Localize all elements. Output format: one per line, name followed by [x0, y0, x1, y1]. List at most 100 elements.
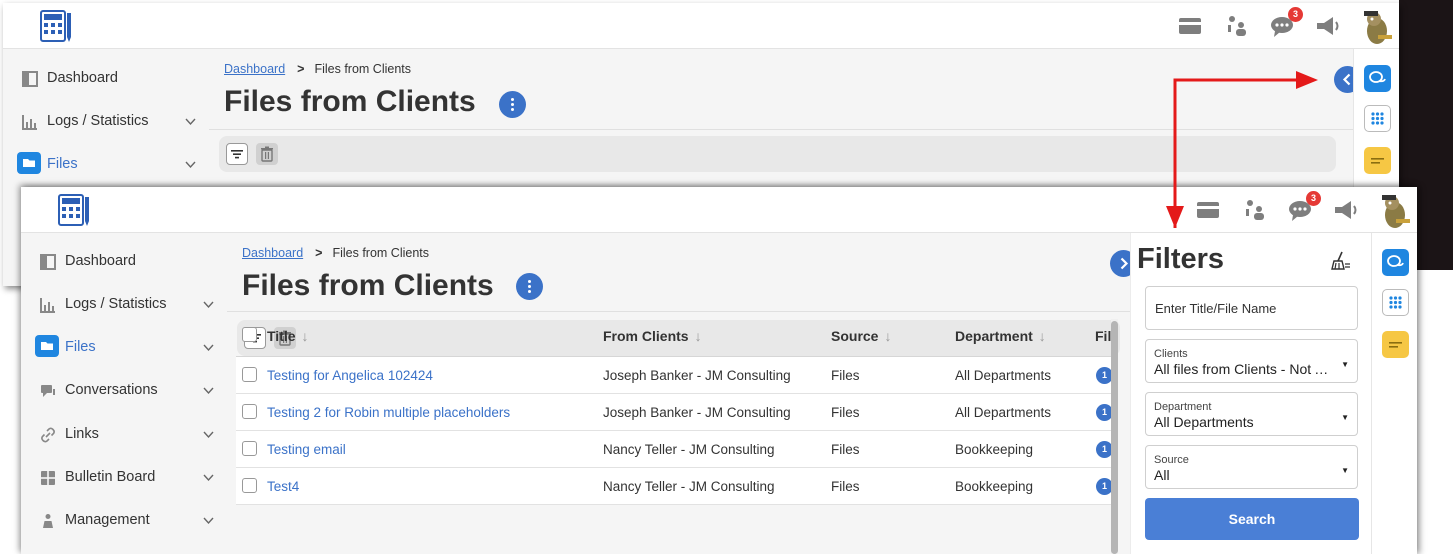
sticky-notes-button[interactable] [1382, 331, 1409, 358]
sidebar-item-label: Logs / Statistics [47, 113, 149, 129]
sidebar-item-label: Management [65, 512, 150, 528]
messages-button[interactable]: 3 [1269, 7, 1303, 39]
table-toolbar [219, 136, 1336, 172]
logo-icon [58, 194, 89, 226]
column-header-title[interactable]: Title ↓ [267, 328, 309, 344]
sidebar-item-label: Dashboard [65, 253, 136, 269]
sidebar-item-conversations[interactable]: Conversations [21, 369, 227, 412]
dropdown-caret-icon: ▼ [1341, 466, 1349, 475]
top-bar: 3 [21, 187, 1417, 233]
sidebar-item-links[interactable]: Links [21, 413, 227, 456]
row-title-link[interactable]: Testing email [267, 442, 346, 457]
folder-icon [35, 335, 59, 357]
table-scrollbar[interactable] [1111, 319, 1118, 554]
page-actions-button[interactable] [499, 91, 526, 118]
table-row: Testing 2 for Robin multiple placeholder… [236, 394, 1116, 431]
breadcrumb-current: Files from Clients [332, 246, 430, 260]
column-header-label: Title [267, 328, 296, 344]
select-all-checkbox[interactable] [242, 327, 257, 342]
column-header-label: Department [955, 328, 1033, 344]
chevron-down-icon [203, 517, 214, 525]
breadcrumb-home-link[interactable]: Dashboard [224, 62, 285, 76]
sort-arrow-icon: ↓ [1038, 328, 1046, 344]
row-checkbox[interactable] [242, 441, 257, 456]
chat-panel-button[interactable] [1364, 65, 1391, 92]
clients-select-label: Clients [1154, 348, 1188, 360]
source-select[interactable]: Source All ▼ [1145, 445, 1358, 489]
megaphone-icon[interactable] [1314, 13, 1340, 39]
row-source: Files [831, 405, 860, 420]
scrollbar-thumb[interactable] [1111, 321, 1118, 554]
sidebar-item-dashboard[interactable]: Dashboard [21, 240, 227, 283]
sidebar: Dashboard Logs / Statistics Files Conver… [21, 233, 227, 554]
chat-icon [41, 385, 55, 397]
table-header: Title ↓ From Clients ↓ Source ↓ Department ↓… [236, 317, 1116, 357]
folder-icon [17, 152, 41, 174]
row-title-link[interactable]: Testing for Angelica 102424 [267, 368, 433, 383]
sidebar-item-files[interactable]: Files [3, 143, 209, 186]
row-department: All Departments [955, 368, 1052, 383]
divider [209, 129, 1353, 130]
sidebar-item-logs-statistics[interactable]: Logs / Statistics [21, 283, 227, 326]
clear-filters-broom-icon[interactable] [1329, 250, 1351, 272]
chat-bubbles-icon [1387, 255, 1404, 267]
sidebar-item-bulletin-board[interactable]: Bulletin Board [21, 456, 227, 499]
grid-dots-icon [1389, 296, 1402, 309]
breadcrumb-home-link[interactable]: Dashboard [242, 246, 303, 260]
messages-button[interactable]: 3 [1287, 191, 1321, 223]
dropdown-caret-icon: ▼ [1341, 413, 1349, 422]
filter-icon [231, 150, 243, 159]
page-actions-button[interactable] [516, 273, 543, 300]
sidebar-item-logs-statistics[interactable]: Logs / Statistics [3, 100, 209, 143]
column-header-label: From Clients [603, 328, 689, 344]
breadcrumb: Dashboard > Files from Clients [242, 246, 430, 260]
dashboard-icon [40, 254, 56, 270]
link-icon [41, 427, 55, 443]
chat-panel-button[interactable] [1382, 249, 1409, 276]
column-header-source[interactable]: Source ↓ [831, 328, 891, 344]
sidebar-item-label: Conversations [65, 382, 158, 398]
breadcrumb: Dashboard > Files from Clients [224, 62, 412, 76]
sidebar-item-dashboard[interactable]: Dashboard [3, 57, 209, 100]
grid-dots-icon [1371, 112, 1384, 125]
row-checkbox[interactable] [242, 367, 257, 382]
sidebar-item-files[interactable]: Files [21, 326, 227, 369]
chevron-down-icon [185, 118, 196, 126]
avatar[interactable] [1376, 191, 1414, 231]
register-icon[interactable] [1177, 13, 1203, 39]
row-department: All Departments [955, 405, 1052, 420]
filter-toggle-button[interactable] [226, 143, 248, 165]
logo-icon [40, 10, 71, 42]
sidebar-item-label: Dashboard [47, 70, 118, 86]
row-checkbox[interactable] [242, 404, 257, 419]
department-select[interactable]: Department All Departments ▼ [1145, 392, 1358, 436]
sticky-notes-button[interactable] [1364, 147, 1391, 174]
sidebar-item-label: Files [65, 339, 96, 355]
top-bar: 3 [3, 3, 1399, 49]
row-title-link[interactable]: Test4 [267, 479, 299, 494]
delete-button[interactable] [256, 143, 278, 165]
register-icon[interactable] [1195, 197, 1221, 223]
search-button[interactable]: Search [1145, 498, 1359, 540]
users-transfer-icon[interactable] [1242, 197, 1268, 223]
row-checkbox[interactable] [242, 478, 257, 493]
column-header-label: Source [831, 328, 879, 344]
apps-button[interactable] [1382, 289, 1409, 316]
department-select-value: All Departments [1154, 414, 1254, 430]
screenshot-after: 3 Dashboard Logs / Statistics Files Conv… [21, 187, 1417, 554]
column-header-department[interactable]: Department ↓ [955, 328, 1046, 344]
users-transfer-icon[interactable] [1224, 13, 1250, 39]
apps-button[interactable] [1364, 105, 1391, 132]
row-title-link[interactable]: Testing 2 for Robin multiple placeholder… [267, 405, 510, 420]
chevron-down-icon [203, 431, 214, 439]
column-header-from-clients[interactable]: From Clients ↓ [603, 328, 702, 344]
megaphone-icon[interactable] [1332, 197, 1358, 223]
title-filename-input[interactable]: Enter Title/File Name [1145, 286, 1358, 330]
clients-select[interactable]: Clients All files from Clients - Not Ac.… [1145, 339, 1358, 383]
chevron-down-icon [203, 387, 214, 395]
sidebar-item-management[interactable]: Management [21, 499, 227, 542]
avatar[interactable] [1358, 7, 1396, 47]
row-department: Bookkeeping [955, 442, 1034, 457]
chevron-down-icon [203, 344, 214, 352]
department-select-label: Department [1154, 401, 1212, 413]
